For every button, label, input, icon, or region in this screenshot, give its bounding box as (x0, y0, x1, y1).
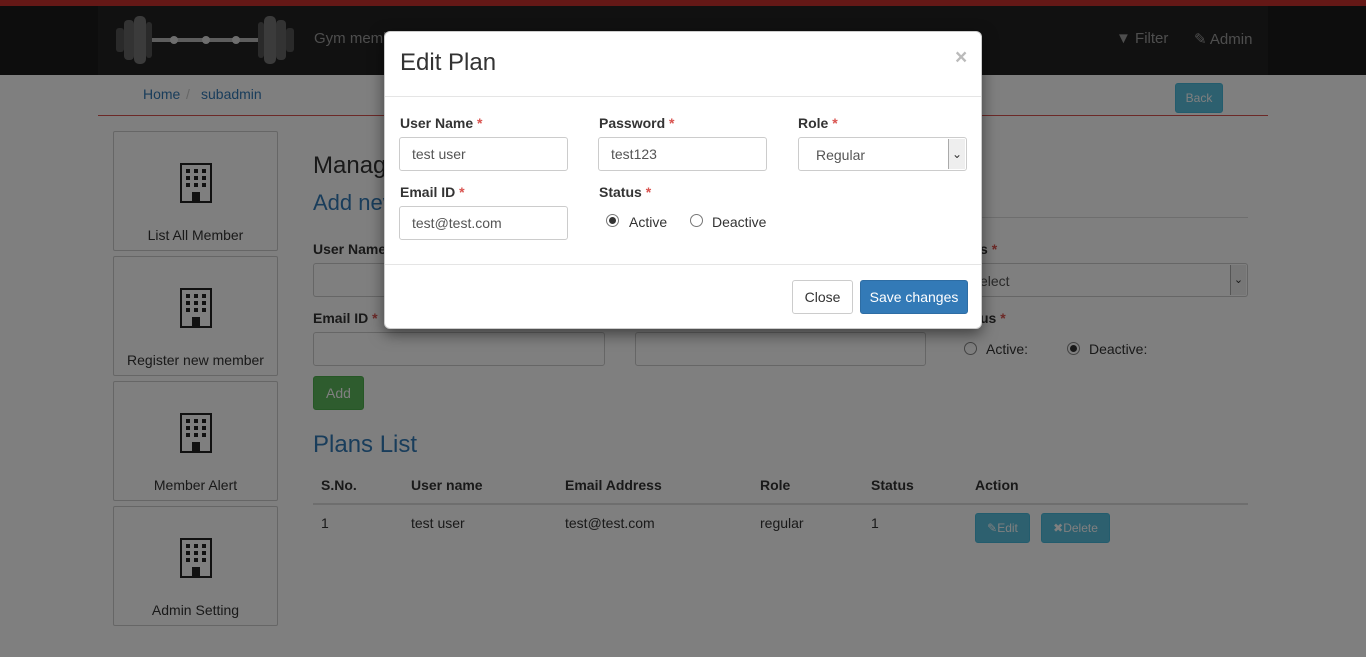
modal-email-label: Email ID * (400, 184, 465, 200)
modal-title: Edit Plan (400, 49, 497, 76)
modal-status-active-radio[interactable] (606, 214, 619, 227)
modal-email-input[interactable] (399, 206, 568, 240)
modal-password-input[interactable] (598, 137, 767, 171)
modal-role-value: Regular (816, 147, 866, 163)
modal-header: Edit Plan × (385, 32, 981, 97)
modal-status-active-label: Active (629, 214, 668, 230)
modal-status-deactive-radio[interactable] (690, 214, 703, 227)
modal-password-label: Password * (599, 115, 675, 131)
modal-status-deactive-label: Deactive (712, 214, 767, 230)
save-changes-button[interactable]: Save changes (860, 280, 968, 314)
chevron-down-icon: ⌄ (948, 139, 965, 169)
modal-role-label: Role * (798, 115, 838, 131)
close-icon[interactable]: × (955, 46, 967, 70)
modal-footer-divider (385, 264, 981, 265)
modal-user-name-label: User Name * (400, 115, 483, 131)
close-button[interactable]: Close (792, 280, 853, 314)
edit-plan-modal: Edit Plan × User Name * Password * Role … (384, 31, 982, 329)
modal-status-label: Status * (599, 184, 652, 200)
modal-role-select[interactable]: Regular ⌄ (798, 137, 967, 171)
modal-user-name-input[interactable] (399, 137, 568, 171)
